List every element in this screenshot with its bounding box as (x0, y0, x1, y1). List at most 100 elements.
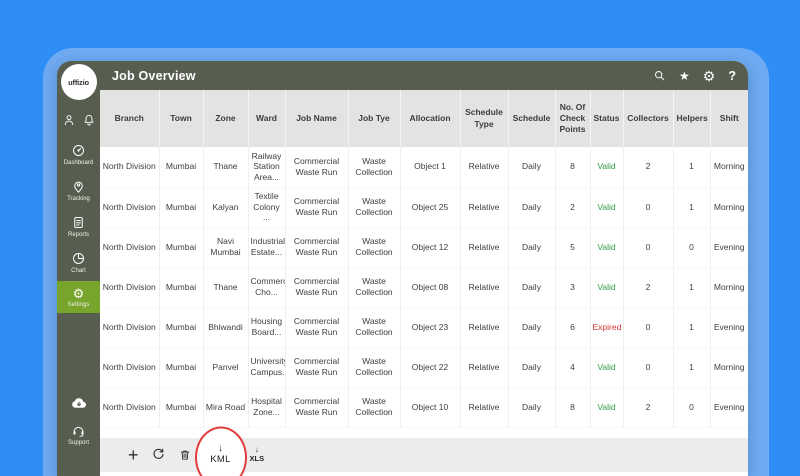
xls-export-button[interactable]: ↓ XLS (250, 446, 265, 463)
table-body: North DivisionMumbaiThaneRailway Station… (100, 147, 748, 427)
table-cell: 3 (555, 267, 590, 307)
titlebar: Job Overview ★ ⚙ ? (100, 61, 748, 90)
column-header: Schedule Type (460, 90, 508, 147)
table-cell: North Division (100, 227, 159, 267)
user-icon[interactable] (62, 113, 76, 127)
table-cell: Relative (460, 307, 508, 347)
help-icon[interactable]: ? (728, 69, 736, 83)
table-cell: Commercial Cho... (248, 267, 285, 307)
table-cell: Mumbai (159, 227, 203, 267)
table-cell: Commercial Waste Run (285, 227, 348, 267)
job-table: BranchTownZoneWardJob NameJob TyeAllocat… (100, 90, 748, 428)
table-cell: Mumbai (159, 307, 203, 347)
table-cell: Morning (710, 147, 748, 187)
column-header: No. Of Check Points (555, 90, 590, 147)
column-header: Job Name (285, 90, 348, 147)
delete-button[interactable] (178, 448, 192, 462)
table-cell: Commercial Waste Run (285, 307, 348, 347)
table-cell: Panvel (203, 347, 248, 387)
table-cell: Mumbai (159, 387, 203, 427)
table-row: North DivisionMumbaiThaneCommercial Cho.… (100, 267, 748, 307)
table-cell: Daily (508, 267, 555, 307)
table-cell: 1 (673, 267, 710, 307)
main-panel: Job Overview ★ ⚙ ? (100, 61, 748, 476)
table-cell: Valid (590, 187, 623, 227)
sidebar-item-label: Tracking (67, 196, 90, 202)
table-cell: Housing Board... (248, 307, 285, 347)
table-cell: 8 (555, 147, 590, 187)
table-cell: 0 (623, 187, 673, 227)
table-cell: Morning (710, 267, 748, 307)
table-cell: 1 (673, 307, 710, 347)
table-cell: Commercial Waste Run (285, 147, 348, 187)
table-cell: University Campus... (248, 347, 285, 387)
table-cell: North Division (100, 307, 159, 347)
table-cell: Daily (508, 387, 555, 427)
cloud-download-button[interactable] (70, 389, 88, 416)
table-cell: Mumbai (159, 267, 203, 307)
table-cell: Object 08 (400, 267, 460, 307)
table-cell: North Division (100, 187, 159, 227)
table-cell: Morning (710, 187, 748, 227)
sidebar-item-label: Settings (68, 302, 90, 308)
sidebar-item-chart[interactable]: Chart (57, 245, 100, 279)
table-cell: Waste Collection (348, 307, 400, 347)
table-cell: Relative (460, 227, 508, 267)
table-cell: Daily (508, 227, 555, 267)
table-cell: Kalyan (203, 187, 248, 227)
table-cell: 1 (673, 147, 710, 187)
table-cell: Railway Station Area... (248, 147, 285, 187)
table-cell: North Division (100, 347, 159, 387)
kml-export-button[interactable]: ↓ KML (204, 444, 238, 465)
sidebar-item-settings[interactable]: ⚙ Settings (57, 281, 100, 313)
table-cell: Daily (508, 187, 555, 227)
table-cell: Morning (710, 347, 748, 387)
table-cell: Relative (460, 387, 508, 427)
brand-logo[interactable]: uffizio (61, 64, 97, 100)
table-cell: Waste Collection (348, 147, 400, 187)
bell-icon[interactable] (82, 113, 96, 127)
table-cell: 2 (623, 147, 673, 187)
table-cell: Mumbai (159, 147, 203, 187)
gear-icon[interactable]: ⚙ (703, 69, 716, 83)
table-cell: Waste Collection (348, 267, 400, 307)
table-cell: Object 10 (400, 387, 460, 427)
star-icon[interactable]: ★ (679, 70, 690, 82)
column-header: Zone (203, 90, 248, 147)
sidebar-item-support[interactable]: Support (57, 417, 100, 451)
column-header: Ward (248, 90, 285, 147)
refresh-button[interactable] (151, 447, 166, 462)
table-cell: Commercial Waste Run (285, 347, 348, 387)
search-icon[interactable] (653, 69, 666, 82)
sidebar-item-reports[interactable]: Reports (57, 209, 100, 243)
page-title: Job Overview (112, 69, 196, 83)
column-header: Helpers (673, 90, 710, 147)
add-button[interactable]: + (128, 446, 139, 464)
table-cell: Expired (590, 307, 623, 347)
column-header: Status (590, 90, 623, 147)
table-cell: 1 (673, 347, 710, 387)
sidebar-item-label: Support (68, 440, 89, 446)
cloud-download-icon (70, 395, 88, 410)
chart-icon (71, 251, 86, 266)
sidebar-item-tracking[interactable]: Tracking (57, 173, 100, 207)
table-cell: Daily (508, 347, 555, 387)
sidebar-nav: Dashboard Tracking (57, 136, 100, 314)
table-cell: 2 (623, 387, 673, 427)
table-cell: 6 (555, 307, 590, 347)
tracking-icon (71, 179, 86, 194)
table-cell: North Division (100, 267, 159, 307)
table-cell: Daily (508, 307, 555, 347)
sidebar-item-label: Dashboard (64, 160, 93, 166)
dashboard-icon (71, 143, 86, 158)
table-cell: Mira Road (203, 387, 248, 427)
table-cell: Object 12 (400, 227, 460, 267)
table-cell: North Division (100, 147, 159, 187)
download-icon: ↓ (218, 444, 223, 454)
table-cell: Commercial Waste Run (285, 387, 348, 427)
table-cell: Valid (590, 387, 623, 427)
table-cell: Commercial Waste Run (285, 187, 348, 227)
table-cell: Mumbai (159, 187, 203, 227)
download-icon: ↓ (255, 446, 259, 454)
sidebar-item-dashboard[interactable]: Dashboard (57, 137, 100, 171)
